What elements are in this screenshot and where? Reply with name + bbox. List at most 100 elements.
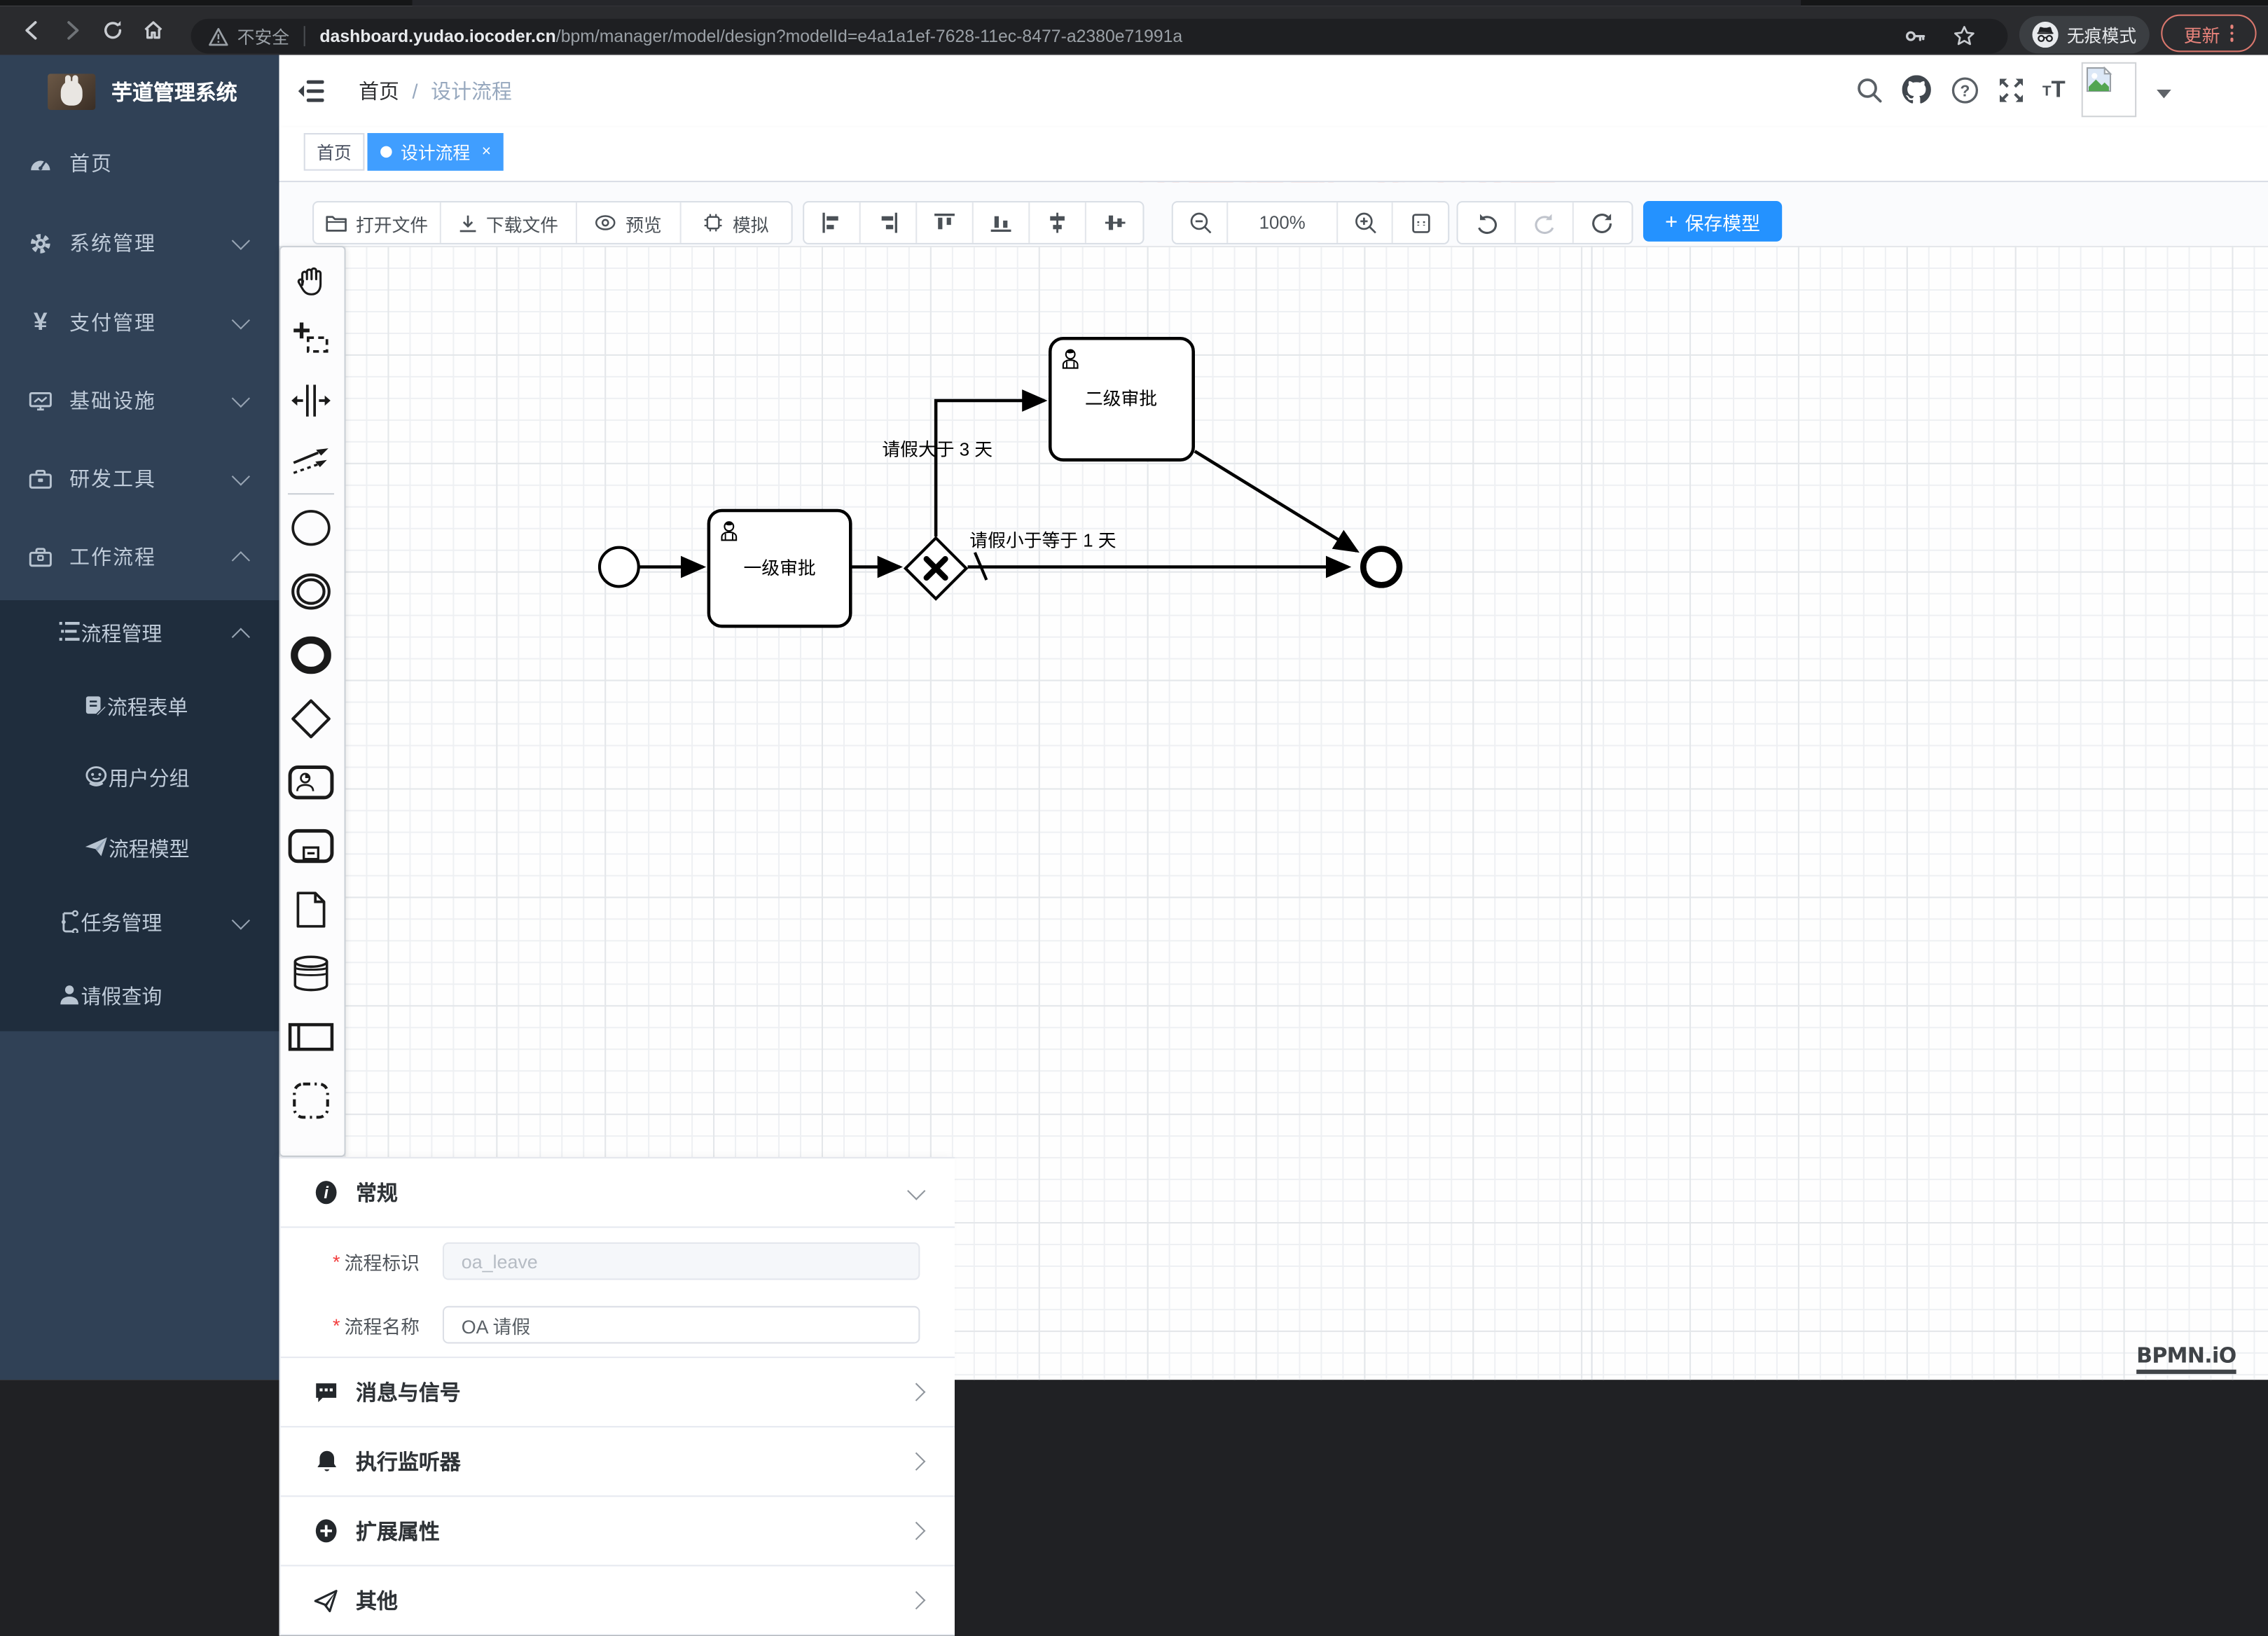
send-icon: [314, 1588, 338, 1612]
process-name-input[interactable]: [443, 1306, 920, 1344]
reload-icon[interactable]: [102, 19, 125, 46]
create-user-task[interactable]: [279, 752, 343, 813]
bpmn-io-logo[interactable]: BPMN.iO: [2136, 1345, 2236, 1374]
browser-active-tab[interactable]: [413, 0, 1801, 6]
tab-home[interactable]: 首页: [304, 133, 365, 171]
sidebar-item-process-form[interactable]: 流程表单: [0, 671, 279, 743]
fit-viewport-button[interactable]: [1393, 202, 1448, 243]
folder-icon: [326, 214, 347, 233]
section-label: 其他: [356, 1585, 398, 1615]
sidebar-item-label: 用户分组: [109, 763, 190, 792]
sidebar-item-label: 流程模型: [109, 835, 190, 864]
bookmark-star-icon[interactable]: [1953, 25, 1976, 48]
flow-label-le1[interactable]: 请假小于等于 1 天: [969, 531, 1116, 551]
sidebar-item-process-mgmt[interactable]: 流程管理: [0, 597, 279, 670]
browser-menu-icon[interactable]: [2230, 25, 2234, 42]
simulate-button[interactable]: 模拟: [682, 202, 791, 243]
file-button-group: 打开文件 下载文件 预览 模拟: [312, 201, 793, 244]
browser-tabstrip: [0, 0, 2268, 6]
create-gateway[interactable]: [279, 688, 343, 749]
tab-design-process[interactable]: 设计流程 ×: [368, 133, 504, 171]
task-level2-label: 二级审批: [1085, 389, 1157, 409]
sidebar-item-workflow[interactable]: 工作流程: [0, 518, 279, 596]
forward-icon[interactable]: [61, 19, 84, 46]
breadcrumb-home[interactable]: 首页: [359, 76, 399, 105]
bpmn-canvas[interactable]: 一级审批 二级审批 请假大于 3 天 请假小于等于 1 天 i 常规 *: [279, 246, 2268, 1380]
preview-button[interactable]: 预览: [577, 202, 682, 243]
panel-divider: [1591, 246, 1593, 1380]
section-general[interactable]: i 常规: [281, 1158, 955, 1228]
restart-button[interactable]: [1574, 202, 1632, 243]
create-participant[interactable]: [279, 1006, 343, 1067]
zoom-level-display: 100%: [1228, 202, 1338, 243]
sidebar-item-user-group[interactable]: 用户分组: [0, 742, 279, 814]
undo-button[interactable]: [1458, 202, 1516, 243]
align-bottom-button[interactable]: [974, 202, 1030, 243]
svg-text:?: ?: [1961, 81, 1970, 99]
zoom-out-button[interactable]: [1173, 202, 1228, 243]
process-key-input[interactable]: [443, 1242, 920, 1280]
zoom-in-button[interactable]: [1338, 202, 1392, 243]
home-icon[interactable]: [141, 19, 165, 46]
bpmn-diagram[interactable]: 一级审批 二级审批 请假大于 3 天 请假小于等于 1 天: [279, 246, 1582, 680]
align-top-button[interactable]: [917, 202, 974, 243]
create-subprocess[interactable]: [279, 816, 343, 877]
create-data-store[interactable]: [279, 943, 343, 1004]
end-event[interactable]: [1363, 549, 1399, 585]
help-icon[interactable]: ?: [1951, 76, 1979, 111]
save-model-button[interactable]: + 保存模型: [1643, 201, 1782, 242]
chip-icon: [704, 213, 724, 233]
section-message-signal[interactable]: 消息与信号: [281, 1358, 955, 1427]
chevron-right-icon: [907, 1591, 925, 1609]
align-right-button[interactable]: [861, 202, 918, 243]
sidebar-fold-icon[interactable]: [298, 80, 324, 110]
redo-button[interactable]: [1516, 202, 1574, 243]
open-file-button[interactable]: 打开文件: [314, 202, 441, 243]
avatar-dropdown-caret[interactable]: [2157, 90, 2171, 98]
sidebar-item-label: 工作流程: [69, 542, 156, 571]
browser-update-button[interactable]: 更新: [2161, 15, 2256, 53]
sidebar-item-task-mgmt[interactable]: 任务管理: [0, 887, 279, 959]
back-icon[interactable]: [20, 19, 43, 46]
fullscreen-icon[interactable]: [1998, 76, 2025, 111]
create-data-object[interactable]: [279, 880, 343, 941]
font-size-icon[interactable]: TT: [2042, 78, 2066, 104]
active-tab-dot: [380, 146, 392, 158]
download-file-button[interactable]: 下载文件: [441, 202, 577, 243]
create-group[interactable]: [279, 1070, 343, 1131]
section-other[interactable]: 其他: [281, 1567, 955, 1636]
start-event[interactable]: [600, 548, 639, 587]
align-center-horizontal-button[interactable]: [1030, 202, 1086, 243]
plus-icon: +: [1665, 209, 1678, 233]
sidebar-item-process-model[interactable]: 流程模型: [0, 813, 279, 885]
sidebar-item-label: 研发工具: [69, 464, 156, 493]
close-tab-icon[interactable]: ×: [482, 143, 491, 160]
sidebar-item-leave-query[interactable]: 请假查询: [0, 960, 279, 1032]
url-bar[interactable]: 不安全 dashboard.yudao.iocoder.cn/bpm/manag…: [191, 19, 2008, 54]
flow-gateway-to-task2[interactable]: [936, 401, 1044, 536]
flow-task2-to-end[interactable]: [1195, 451, 1357, 550]
chevron-down-icon: [907, 1181, 925, 1199]
sidebar-item-system[interactable]: 系统管理: [0, 204, 279, 282]
security-warning-icon[interactable]: [208, 27, 228, 46]
sidebar-item-infra[interactable]: 基础设施: [0, 361, 279, 440]
browser-window: 不安全 dashboard.yudao.iocoder.cn/bpm/manag…: [0, 0, 2268, 1380]
sidebar-item-payment[interactable]: ¥ 支付管理: [0, 284, 279, 362]
required-mark: *: [333, 1314, 340, 1336]
avatar[interactable]: [2082, 62, 2136, 117]
chevron-up-icon: [232, 550, 250, 569]
github-icon[interactable]: [1902, 75, 1931, 111]
sidebar-item-devtools[interactable]: 研发工具: [0, 440, 279, 518]
section-extended-attributes[interactable]: 扩展属性: [281, 1497, 955, 1566]
section-execution-listener[interactable]: 执行监听器: [281, 1427, 955, 1497]
key-icon[interactable]: [1904, 25, 1927, 48]
sidebar-item-home[interactable]: 首页: [0, 125, 279, 203]
section-label: 常规: [356, 1177, 398, 1207]
app-logo-row[interactable]: 芋道管理系统: [0, 55, 279, 127]
flow-label-gt3[interactable]: 请假大于 3 天: [882, 440, 993, 460]
security-label: 不安全: [237, 24, 289, 48]
align-left-button[interactable]: [804, 202, 861, 243]
search-icon[interactable]: [1856, 76, 1883, 111]
align-center-vertical-button[interactable]: [1086, 202, 1143, 243]
field-process-name: * 流程名称: [281, 1306, 955, 1344]
